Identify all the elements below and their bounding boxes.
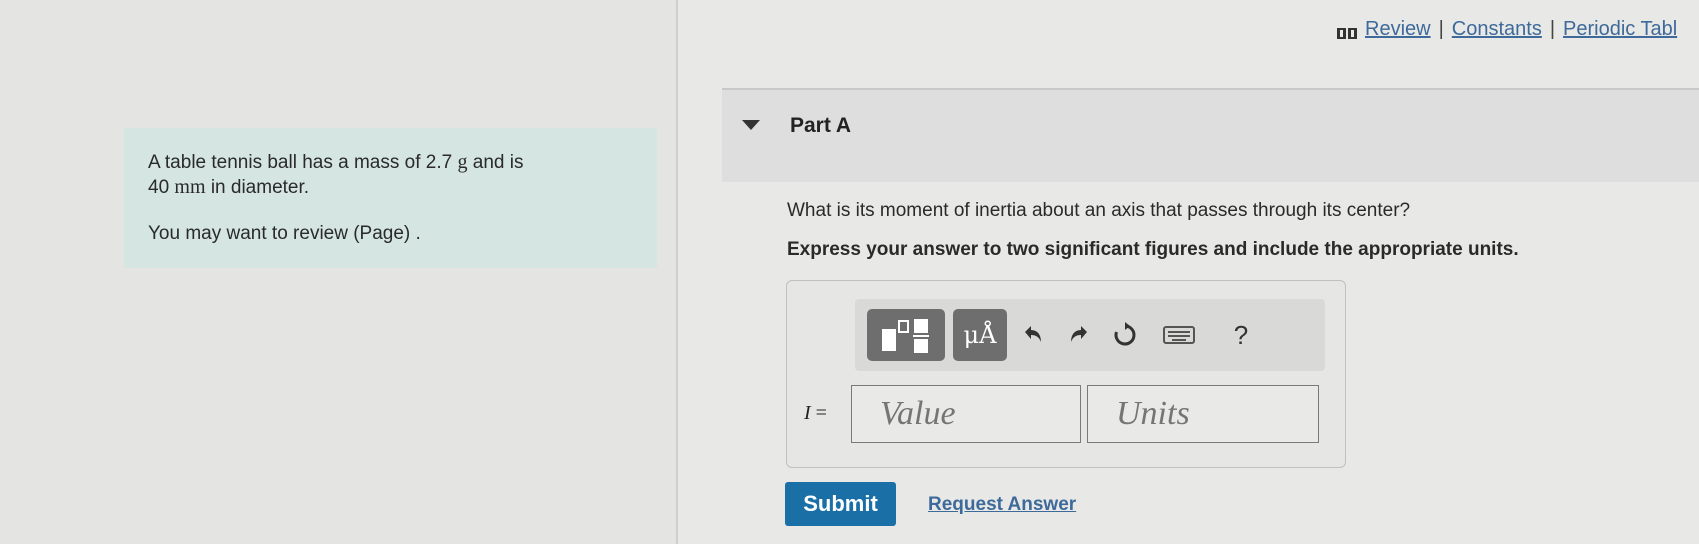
left-panel [0, 0, 676, 544]
templates-icon [882, 319, 929, 353]
problem-text-part1: A table tennis ball has a mass of 2.7 [148, 152, 458, 173]
problem-text-part2: and is [467, 152, 524, 173]
units-input[interactable] [1087, 385, 1319, 443]
problem-statement: A table tennis ball has a mass of 2.7 g … [124, 128, 657, 268]
part-a-header[interactable]: Part A [722, 88, 1699, 182]
problem-text-part3: in diameter. [205, 177, 310, 198]
part-title: Part A [790, 114, 852, 137]
question-text: What is its moment of inertia about an a… [787, 200, 1411, 221]
problem-text: A table tennis ball has a mass of 2.7 g … [148, 150, 633, 200]
link-separator: | [1549, 18, 1556, 40]
answer-box: μÅ ? I = [786, 280, 1346, 468]
answer-variable-label: I = [804, 402, 827, 425]
templates-button[interactable] [867, 309, 945, 361]
diameter-value: 40 [148, 177, 175, 198]
periodic-table-link[interactable]: Periodic Tabl [1563, 18, 1677, 40]
units-button[interactable]: μÅ [953, 309, 1007, 361]
submit-button[interactable]: Submit [785, 482, 896, 526]
book-icon [1337, 23, 1357, 40]
undo-icon[interactable] [1015, 317, 1051, 353]
instruction-text: Express your answer to two significant f… [787, 239, 1519, 260]
redo-icon[interactable] [1061, 317, 1097, 353]
mass-unit: g [457, 151, 468, 173]
review-link[interactable]: Review [1365, 18, 1431, 40]
help-icon[interactable]: ? [1223, 317, 1259, 353]
constants-link[interactable]: Constants [1452, 18, 1542, 40]
math-toolbar: μÅ ? [855, 299, 1325, 371]
review-note: You may want to review (Page) . [148, 223, 421, 244]
request-answer-link[interactable]: Request Answer [928, 494, 1076, 516]
variable-symbol: I [804, 402, 811, 424]
equals-sign: = [810, 402, 827, 424]
diameter-unit: mm [174, 176, 206, 198]
keyboard-icon[interactable] [1159, 317, 1199, 353]
resource-links: Review | Constants | Periodic Tabl [1337, 18, 1677, 41]
reset-icon[interactable] [1107, 317, 1143, 353]
link-separator: | [1438, 18, 1444, 40]
value-input[interactable] [851, 385, 1081, 443]
collapse-caret-icon[interactable] [742, 120, 760, 130]
